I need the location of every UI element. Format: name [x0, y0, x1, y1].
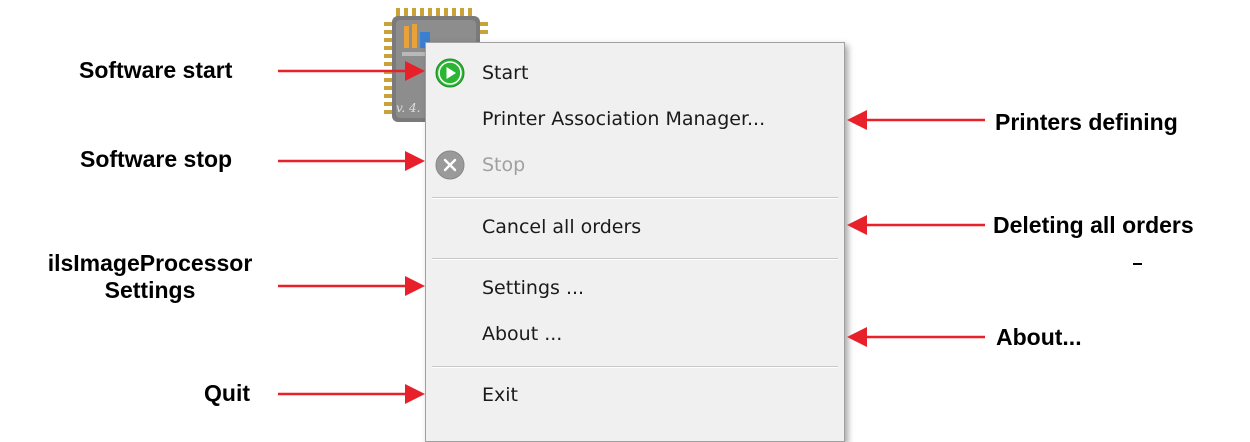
annotation-settings: ilsImageProcessor Settings: [40, 250, 260, 304]
annotation-quit: Quit: [204, 380, 250, 406]
annotation-software-stop: Software stop: [80, 146, 233, 172]
dash-mark: [1133, 263, 1142, 265]
annotation-software-start: Software start: [79, 57, 233, 83]
annotation-deleting-all-orders: Deleting all orders: [993, 212, 1194, 238]
annotation-settings-line1: ilsImageProcessor: [47, 250, 253, 276]
annotation-settings-line2: Settings: [104, 277, 196, 303]
annotation-printers-defining: Printers defining: [995, 109, 1178, 135]
annotation-about: About...: [996, 324, 1082, 350]
